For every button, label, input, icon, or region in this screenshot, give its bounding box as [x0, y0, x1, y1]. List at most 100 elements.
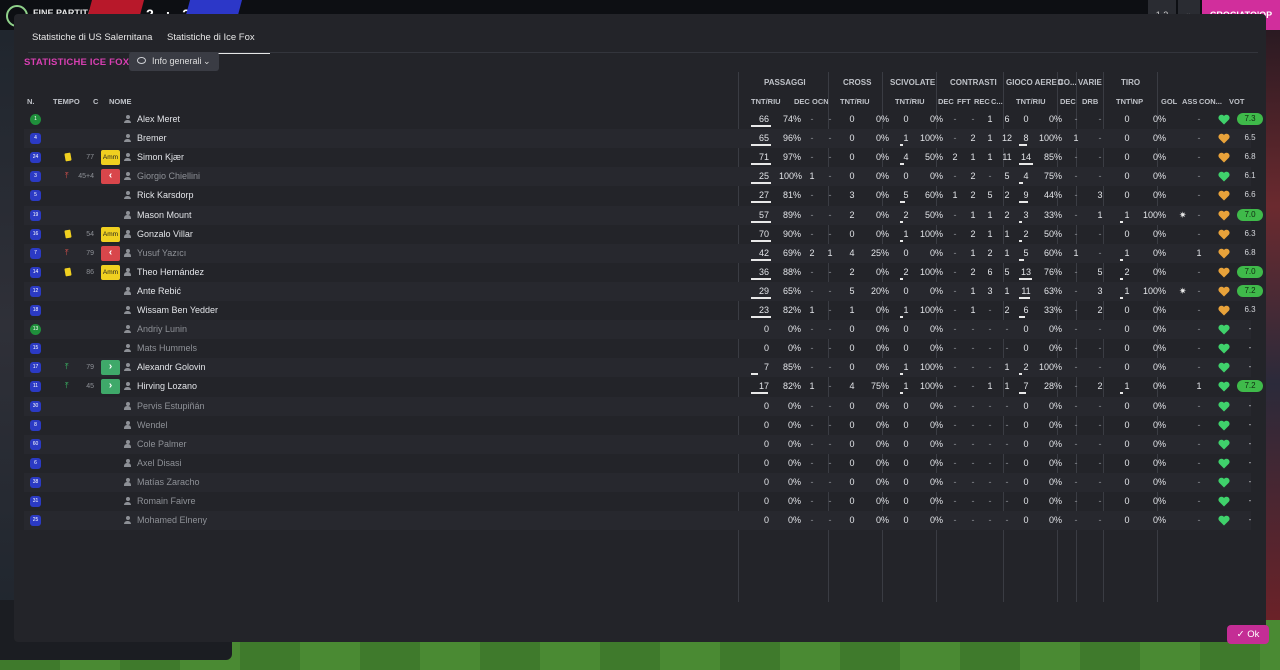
- stat-po: -: [828, 133, 832, 144]
- stat-pd: 1: [809, 171, 815, 182]
- player-name[interactable]: Alex Meret: [137, 110, 337, 129]
- booking-badge: Amm: [101, 150, 120, 166]
- stat-cp: 0%: [875, 190, 889, 201]
- stat-pd: -: [810, 266, 814, 277]
- col-con-rec[interactable]: REC: [974, 97, 990, 106]
- stat-tt: 0: [1124, 419, 1130, 430]
- table-row[interactable]: 18 Wissam Ben Yedder 23 82% 1-1 0% 1 100% -1-2 6 3…: [24, 301, 1256, 320]
- table-row[interactable]: 8 Wendel 0 0% - -0 0% 0 0% - - - -0 0% - -0 0% - -: [24, 416, 1251, 435]
- player-name[interactable]: Matías Zaracho: [137, 473, 337, 492]
- table-row[interactable]: 12 Ante Rebić 29 65% - -5 20% 0 0% -1 3 1 11 63% -3 1 10…: [24, 281, 1263, 301]
- stat-d4: 6: [1004, 114, 1010, 124]
- player-name[interactable]: Hirving Lozano: [137, 377, 337, 396]
- player-name[interactable]: Cole Palmer: [137, 435, 337, 454]
- stat-st: 0: [903, 457, 909, 468]
- stat-d2: -: [971, 381, 975, 392]
- stat-bar: [900, 277, 903, 280]
- stat-dr: -: [1098, 247, 1102, 258]
- tab-away-stats[interactable]: Statistiche di Ice Fox: [157, 32, 270, 54]
- stat-po: -: [828, 343, 832, 354]
- player-name[interactable]: Axel Disasi: [137, 454, 337, 473]
- player-name[interactable]: Romain Faivre: [137, 492, 337, 511]
- col-tiro-tnt[interactable]: TNT\NP: [1116, 97, 1143, 106]
- col-nome[interactable]: NOME: [109, 97, 132, 106]
- col-sciv-tnt[interactable]: TNT/RIU: [895, 97, 925, 106]
- player-name[interactable]: Ante Rebić: [137, 282, 337, 301]
- stat-sp: 0%: [929, 457, 943, 468]
- col-pass-ocn[interactable]: OCN: [812, 97, 829, 106]
- shirt-number: 13: [30, 324, 41, 336]
- stat-bar: [900, 392, 903, 395]
- stat-d1: -: [953, 496, 957, 506]
- heart-icon: [1218, 152, 1230, 163]
- col-aereo-tnt[interactable]: TNT/RIU: [1016, 97, 1046, 106]
- stat-at: 0: [1023, 515, 1029, 526]
- stat-ct: 0: [849, 171, 855, 182]
- table-row[interactable]: 1 Alex Meret 66 74% - -0 0% 0 0% - -1 6 0 0% - -0 0% -7.3: [24, 110, 1263, 129]
- col-con-fft[interactable]: FFT: [957, 97, 971, 106]
- table-row[interactable]: 3 ⤒ 45+4 ‹ Giorgio Chiellini 25 100% 1-0 0% 0 0% -2…: [24, 167, 1256, 187]
- table-row[interactable]: 5 Rick Karsdorp 27 81% - -3 0% 5 60% 1 2 5 2 9 44% -3 0 0…: [24, 186, 1256, 205]
- player-name[interactable]: Alexandr Golovin: [137, 358, 337, 377]
- table-row[interactable]: 38 Matías Zaracho 0 0% - -0 0% 0 0% - - - -0 0% - -0 0% -…: [24, 472, 1251, 492]
- stat-d4: 11: [1002, 152, 1012, 163]
- col-co-dec[interactable]: DEC: [1060, 97, 1076, 106]
- col-vot[interactable]: VOT: [1229, 97, 1244, 106]
- stat-ap: 50%: [1043, 228, 1062, 239]
- table-row[interactable]: 60 Cole Palmer 0 0% - -0 0% 0 0% - - - -0 0% - -0 0% - -: [24, 434, 1251, 454]
- player-name[interactable]: Mats Hummels: [137, 339, 337, 358]
- col-gol[interactable]: GOL: [1161, 97, 1177, 106]
- table-row[interactable]: 31 Romain Faivre 0 0% - -0 0% 0 0% - - - -0 0% - -0 0% - -: [24, 492, 1251, 511]
- table-row[interactable]: 24 77 Amm Simon Kjær 71 97% - -0 0% 4 50% 2 1 1 11 14 85…: [24, 148, 1256, 167]
- col-n[interactable]: N.: [27, 97, 35, 106]
- ok-button[interactable]: ✓ Ok: [1227, 625, 1269, 644]
- player-name[interactable]: Theo Hernández: [137, 263, 337, 282]
- stat-bar: [1120, 220, 1123, 223]
- player-name[interactable]: Wendel: [137, 416, 337, 435]
- table-row[interactable]: 11 ⤒ 45 › Hirving Lozano 17 82% 1-4 75% 1 100% - -1 1…: [24, 377, 1263, 396]
- col-drb[interactable]: DRB: [1082, 97, 1098, 106]
- table-row[interactable]: 15 Mats Hummels 0 0% - -0 0% 0 0% - - - -0 0% - -0 0% - -: [24, 339, 1251, 358]
- stat-pd: -: [810, 457, 814, 468]
- stat-d3: 2: [987, 247, 993, 258]
- player-name[interactable]: Pervis Estupiñán: [137, 397, 337, 416]
- view-dropdown[interactable]: Info generali ⌄: [129, 52, 219, 71]
- col-pass-tnt[interactable]: TNT/RIU: [751, 97, 781, 106]
- col-ass[interactable]: ASS: [1182, 97, 1197, 106]
- player-name[interactable]: Mohamed Elneny: [137, 511, 337, 530]
- player-name[interactable]: Yusuf Yazıcı: [137, 244, 337, 263]
- player-name[interactable]: Andriy Lunin: [137, 320, 337, 339]
- table-row[interactable]: 14 86 Amm Theo Hernández 36 88% - -2 0% 2 100% -2 6 5…: [24, 263, 1263, 282]
- table-row[interactable]: 7 ⤒ 79 ‹ Yusuf Yazıcı 42 69% 2 1 4 25% 0 0% -1 2 1 5 60% 1…: [24, 243, 1256, 263]
- player-name[interactable]: Simon Kjær: [137, 148, 337, 167]
- stat-dr: -: [1098, 496, 1102, 506]
- shirt-number: 24: [30, 152, 41, 164]
- player-name[interactable]: Gonzalo Villar: [137, 225, 337, 244]
- col-con-dec[interactable]: DEC: [938, 97, 954, 106]
- col-pass-dec[interactable]: DEC: [794, 97, 810, 106]
- col-con-c[interactable]: C...: [991, 97, 1003, 106]
- col-tempo[interactable]: TEMPO: [53, 97, 80, 106]
- table-row[interactable]: 30 Pervis Estupiñán 0 0% - -0 0% 0 0% - - - -0 0% - -0 0…: [24, 396, 1251, 416]
- table-row[interactable]: 13 Andriy Lunin 0 0% - -0 0% 0 0% - - - -0 0% - -0 0% - -: [24, 320, 1251, 340]
- player-name[interactable]: Rick Karsdorp: [137, 186, 337, 205]
- table-row[interactable]: 16 54 Amm Gonzalo Villar 70 90% - -0 0% 1 100% -2 1 1…: [24, 225, 1256, 244]
- stat-po: -: [828, 476, 832, 487]
- player-name[interactable]: Mason Mount: [137, 206, 337, 225]
- col-c[interactable]: C: [93, 97, 98, 106]
- table-row[interactable]: 17 ⤒ 79 › Alexandr Golovin 7 85% - -0 0% 1 100% - - -1…: [24, 358, 1251, 378]
- table-row[interactable]: 25 Mohamed Elneny 0 0% - -0 0% 0 0% - - - -0 0% - -0 0% -…: [24, 511, 1251, 531]
- stat-ass: -: [1197, 438, 1201, 449]
- col-con[interactable]: CON...: [1199, 97, 1222, 106]
- player-name[interactable]: Bremer: [137, 129, 337, 148]
- player-rating: -: [1248, 362, 1252, 372]
- player-name[interactable]: Wissam Ben Yedder: [137, 301, 337, 320]
- player-name[interactable]: Giorgio Chiellini: [137, 167, 337, 186]
- table-row[interactable]: 4 Bremer 65 96% - -0 0% 1 100% -2 1 12 8 100% 1-0 0% -6.…: [24, 129, 1256, 149]
- col-cross-tnt[interactable]: TNT/RIU: [840, 97, 870, 106]
- table-row[interactable]: 19 Mason Mount 57 89% - -2 0% 2 50% -1 1 2 3 33% -1 1 10…: [24, 205, 1263, 225]
- stat-cd: -: [1074, 324, 1078, 335]
- heart-icon: [1218, 515, 1230, 526]
- tab-home-stats[interactable]: Statistiche di US Salernitana: [32, 32, 152, 52]
- table-row[interactable]: 6 Axel Disasi 0 0% - -0 0% 0 0% - - - -0 0% - -0 0% - -: [24, 454, 1251, 473]
